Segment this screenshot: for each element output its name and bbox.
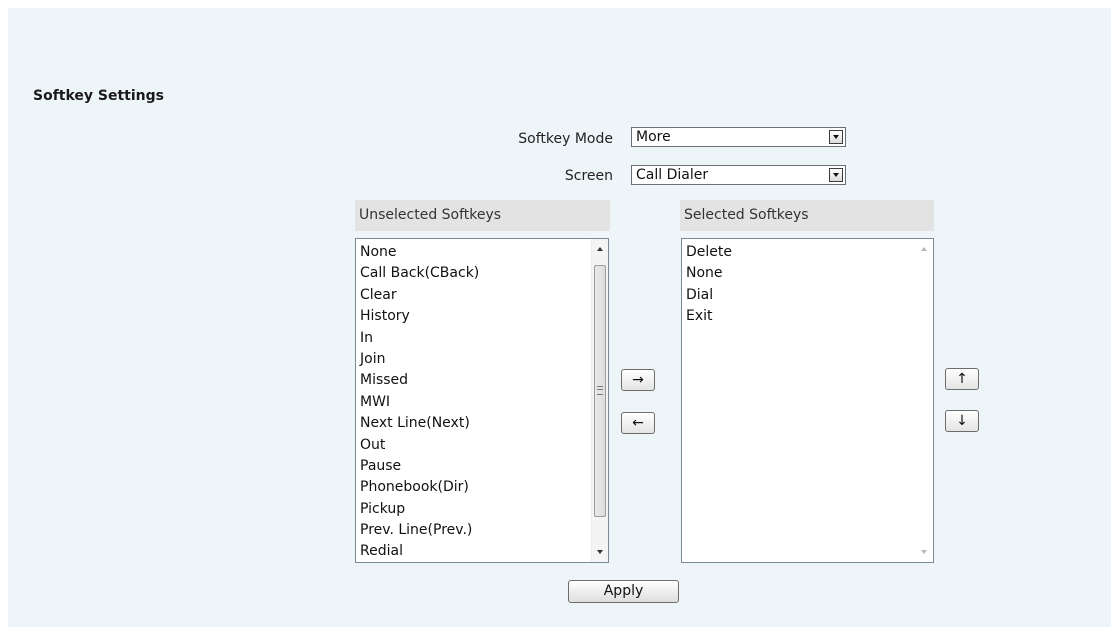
move-down-button[interactable]: ↓ xyxy=(945,410,979,432)
arrow-right-icon: → xyxy=(632,372,644,388)
chevron-down-icon[interactable] xyxy=(829,168,843,182)
scroll-down-icon xyxy=(916,544,932,560)
softkey-mode-value: More xyxy=(636,129,671,145)
list-item[interactable]: Delete xyxy=(686,242,933,263)
screen-select[interactable]: Call Dialer xyxy=(631,165,846,185)
list-item[interactable]: Exit xyxy=(686,306,933,327)
scroll-thumb[interactable] xyxy=(594,265,606,517)
selected-softkeys-header: Selected Softkeys xyxy=(680,200,934,231)
chevron-down-icon[interactable] xyxy=(829,130,843,144)
arrow-down-icon: ↓ xyxy=(956,413,968,429)
list-item[interactable]: Prev. Line(Prev.) xyxy=(360,520,608,541)
move-left-button[interactable]: ← xyxy=(621,412,655,434)
unselected-softkeys-list[interactable]: None Call Back(CBack) Clear History In Join Mi… xyxy=(355,238,609,563)
list-item[interactable]: Join xyxy=(360,349,608,370)
scroll-up-icon[interactable] xyxy=(592,241,608,257)
softkey-mode-label: Softkey Mode xyxy=(518,131,613,147)
list-item[interactable]: None xyxy=(360,242,608,263)
list-item[interactable]: Redial xyxy=(360,541,608,562)
list-item[interactable]: Phonebook(Dir) xyxy=(360,477,608,498)
list-item[interactable]: Missed xyxy=(360,370,608,391)
list-item[interactable]: Pickup xyxy=(360,499,608,520)
apply-button[interactable]: Apply xyxy=(568,580,679,603)
list-item[interactable]: None xyxy=(686,263,933,284)
arrow-left-icon: ← xyxy=(632,415,644,431)
screen-value: Call Dialer xyxy=(636,167,709,183)
unselected-softkeys-header: Unselected Softkeys xyxy=(355,200,610,231)
unselected-scrollbar[interactable] xyxy=(591,239,608,562)
list-item[interactable]: Pause xyxy=(360,456,608,477)
section-title: Softkey Settings xyxy=(33,88,164,104)
list-item[interactable]: Dial xyxy=(686,285,933,306)
grip-icon xyxy=(597,386,603,395)
scroll-up-icon xyxy=(916,241,932,257)
list-item[interactable]: MWI xyxy=(360,392,608,413)
list-item[interactable]: Out xyxy=(360,435,608,456)
arrow-up-icon: ↑ xyxy=(956,371,968,387)
selected-scrollbar xyxy=(916,239,933,562)
move-up-button[interactable]: ↑ xyxy=(945,368,979,390)
scroll-down-icon[interactable] xyxy=(592,544,608,560)
screen-label: Screen xyxy=(564,168,613,184)
list-item[interactable]: History xyxy=(360,306,608,327)
list-item[interactable]: Next Line(Next) xyxy=(360,413,608,434)
list-item[interactable]: Clear xyxy=(360,285,608,306)
list-item[interactable]: In xyxy=(360,328,608,349)
list-item[interactable]: Call Back(CBack) xyxy=(360,263,608,284)
selected-softkeys-list[interactable]: Delete None Dial Exit xyxy=(681,238,934,563)
softkey-mode-select[interactable]: More xyxy=(631,127,846,147)
move-right-button[interactable]: → xyxy=(621,369,655,391)
